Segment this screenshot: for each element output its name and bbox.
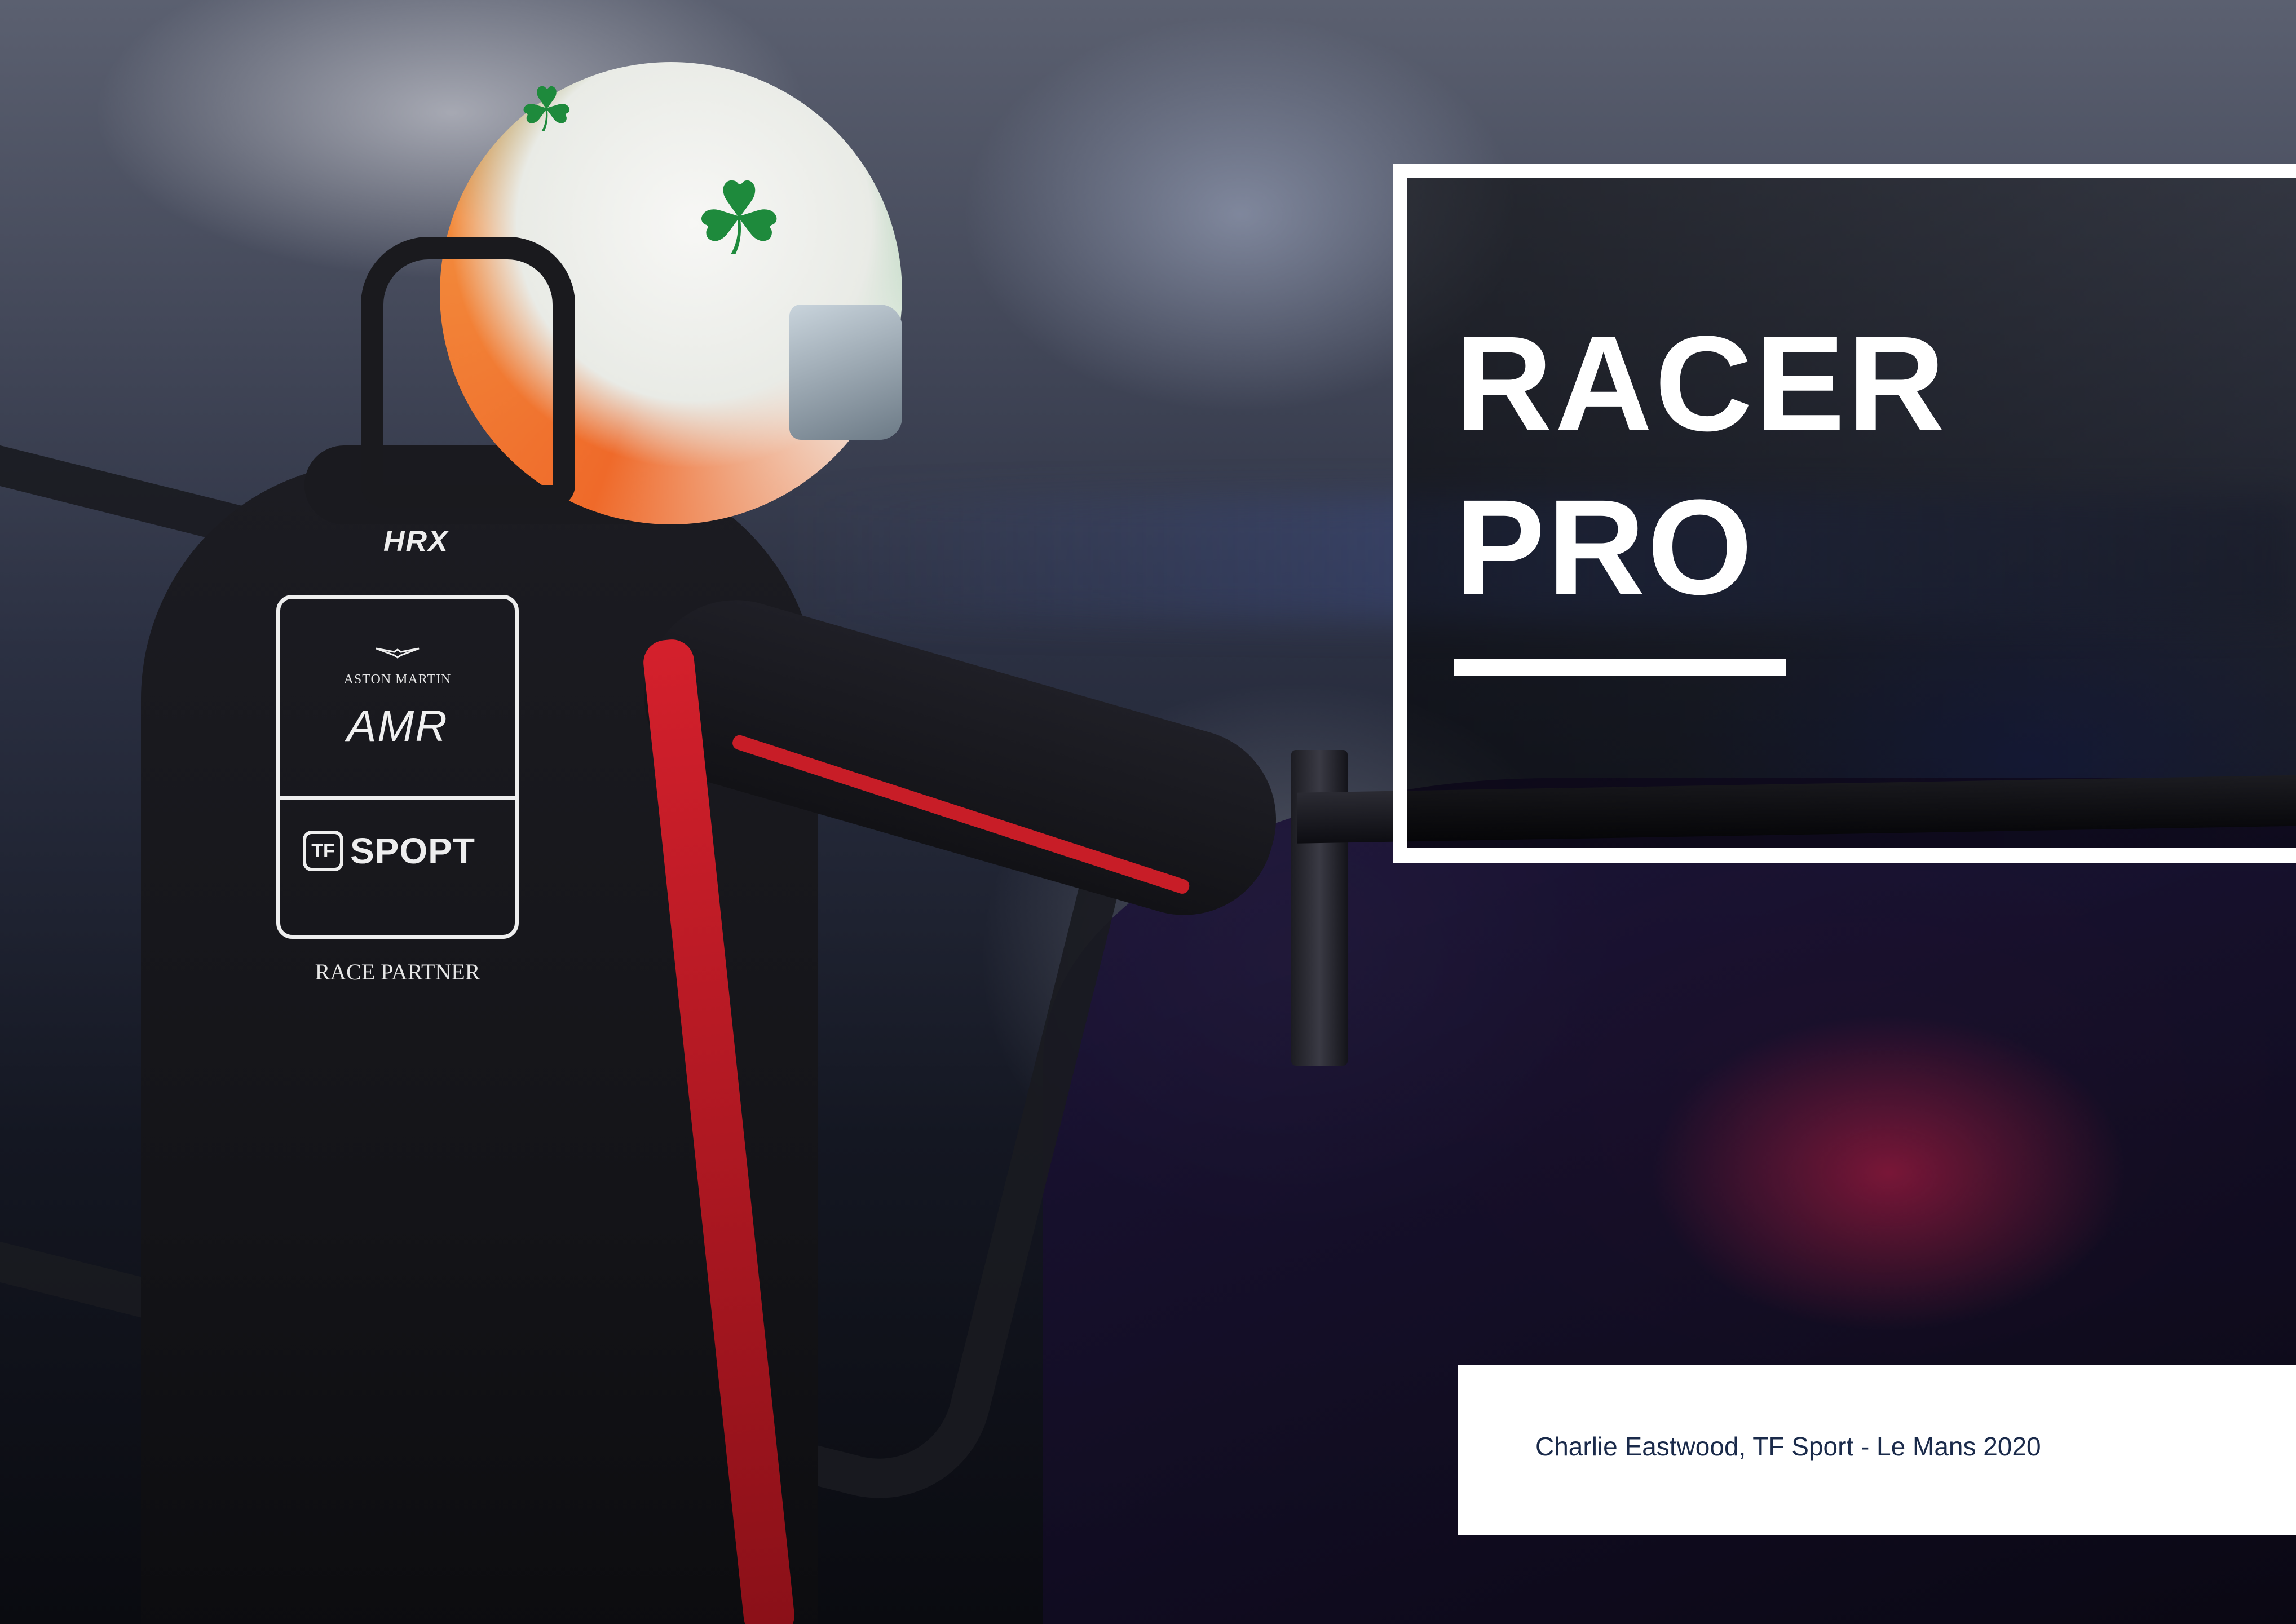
hans-device	[361, 237, 575, 508]
tf-sport-logo: TF SPOPT	[303, 830, 475, 872]
shamrock-icon: ☘	[519, 74, 575, 146]
helmet-visor	[789, 304, 902, 440]
photo-caption: Charlie Eastwood, TF Sport - Le Mans 202…	[1535, 1432, 2041, 1461]
title-underline	[1454, 659, 1786, 676]
tf-badge: TF	[303, 831, 343, 871]
patch-divider	[280, 796, 515, 800]
shamrock-icon: ☘	[694, 161, 785, 279]
page: ☘ ☘ HRX ASTON MARTIN AMR TF SPOPT RACE P…	[0, 0, 2296, 1624]
title-line-2: PRO	[1455, 471, 1755, 623]
race-partner-label: RACE PARTNER	[315, 959, 480, 985]
caption-box: Charlie Eastwood, TF Sport - Le Mans 202…	[1458, 1365, 2296, 1535]
collar-logo: HRX	[383, 525, 449, 558]
aston-martin-wings-icon	[376, 647, 420, 659]
tf-word: SPOPT	[350, 831, 475, 871]
patch-brand-name: ASTON MARTIN	[343, 672, 452, 687]
sponsor-patch: ASTON MARTIN AMR TF SPOPT	[276, 595, 519, 939]
title-line-1: RACER	[1455, 308, 1948, 459]
patch-amr-logo: AMR	[347, 701, 448, 751]
